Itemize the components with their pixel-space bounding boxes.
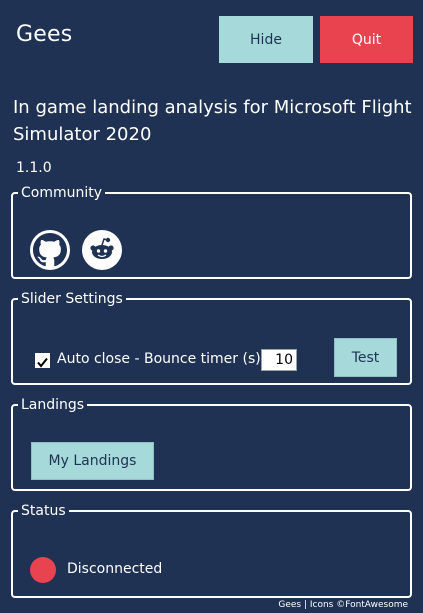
test-button[interactable]: Test [334,338,397,377]
github-icon[interactable] [30,230,70,270]
landings-group: Landings My Landings [11,397,412,491]
slider-settings-legend: Slider Settings [21,291,123,307]
quit-button[interactable]: Quit [320,16,413,63]
hide-button[interactable]: Hide [219,16,313,63]
footer-credits: Gees | Icons ©FontAwesome [278,600,408,610]
my-landings-button[interactable]: My Landings [31,442,154,480]
slider-settings-group: Slider Settings Auto close - Bounce time… [11,291,412,385]
auto-close-checkbox[interactable] [35,353,50,368]
status-legend: Status [21,503,66,519]
app-title: Gees [16,22,73,47]
community-group: Community [11,185,412,279]
status-group: Status Disconnected [11,503,412,598]
status-text: Disconnected [67,561,163,577]
status-indicator [30,557,56,583]
auto-close-label: Auto close - Bounce timer (s): [57,351,266,367]
reddit-icon[interactable] [82,230,122,270]
bounce-timer-input[interactable] [261,349,297,371]
version-label: 1.1.0 [16,160,52,176]
community-legend: Community [21,185,103,201]
landings-legend: Landings [21,397,85,413]
app-subtitle: In game landing analysis for Microsoft F… [13,97,412,145]
